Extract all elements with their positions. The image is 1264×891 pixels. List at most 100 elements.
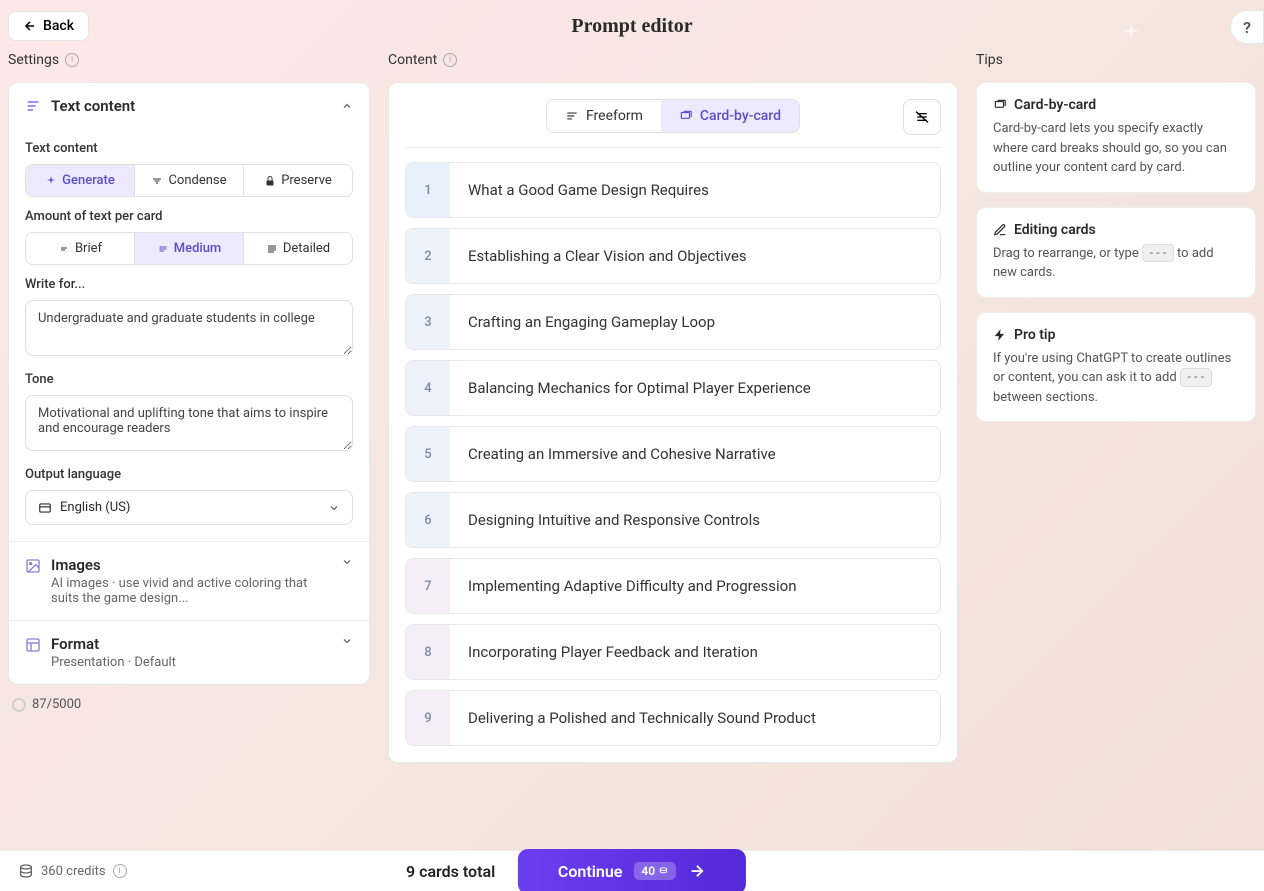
- card-number: 4: [406, 361, 450, 415]
- card-item[interactable]: 2Establishing a Clear Vision and Objecti…: [405, 228, 941, 284]
- section-title: Text content: [51, 97, 331, 115]
- format-sub: Presentation · Default: [51, 655, 331, 670]
- medium-icon: [157, 243, 169, 255]
- card-item[interactable]: 4Balancing Mechanics for Optimal Player …: [405, 360, 941, 416]
- card-text: What a Good Game Design Requires: [450, 163, 940, 217]
- chevron-down-icon: [341, 635, 353, 647]
- text-lines-icon: [565, 109, 579, 123]
- kbd: ---: [1180, 368, 1212, 387]
- arrow-left-icon: [23, 19, 37, 33]
- tip-title: Card-by-card: [993, 97, 1239, 113]
- card-number: 8: [406, 625, 450, 679]
- tone-input[interactable]: [25, 395, 353, 451]
- info-icon[interactable]: i: [65, 53, 79, 67]
- brief-icon: [58, 243, 70, 255]
- tip-card: Card-by-card Card-by-card lets you specif…: [976, 82, 1256, 193]
- lang-select[interactable]: English (US): [25, 490, 353, 525]
- help-button[interactable]: ?: [1230, 10, 1264, 44]
- card-text: Delivering a Polished and Technically So…: [450, 691, 940, 745]
- card-number: 7: [406, 559, 450, 613]
- image-icon: [25, 558, 41, 574]
- images-section[interactable]: Images AI images · use vivid and active …: [9, 541, 369, 620]
- collapse-outline-button[interactable]: [903, 99, 941, 135]
- collapse-icon: [914, 109, 930, 125]
- sparkle-icon: [45, 175, 57, 187]
- amount-group: Brief Medium Detailed: [25, 232, 353, 265]
- card-item[interactable]: 1What a Good Game Design Requires: [405, 162, 941, 218]
- help-label: ?: [1243, 18, 1251, 37]
- tab-card-by-card[interactable]: Card-by-card: [661, 100, 799, 132]
- tip-card: Editing cards Drag to rearrange, or type …: [976, 207, 1256, 298]
- card-number: 3: [406, 295, 450, 349]
- images-sub: AI images · use vivid and active colorin…: [51, 576, 331, 606]
- write-for-label: Write for...: [25, 277, 353, 292]
- card-text: Balancing Mechanics for Optimal Player E…: [450, 361, 940, 415]
- card-text: Incorporating Player Feedback and Iterat…: [450, 625, 940, 679]
- footer: 360 credits i 9 cards total Continue 40: [0, 850, 1264, 891]
- info-icon[interactable]: i: [113, 864, 127, 878]
- tip-body: Card-by-card lets you specify exactly wh…: [993, 119, 1239, 178]
- kbd: ---: [1142, 244, 1174, 263]
- card-text: Designing Intuitive and Responsive Contr…: [450, 493, 940, 547]
- text-content-section-header[interactable]: Text content: [9, 83, 369, 129]
- info-icon[interactable]: i: [443, 53, 457, 67]
- bolt-icon: [993, 328, 1007, 342]
- condense-icon: [151, 175, 163, 187]
- progress-ring-icon: [12, 698, 26, 712]
- tab-freeform[interactable]: Freeform: [547, 100, 661, 132]
- card-number: 2: [406, 229, 450, 283]
- preserve-button[interactable]: Preserve: [244, 165, 352, 196]
- tip-title: Editing cards: [993, 222, 1239, 238]
- cards-icon: [993, 98, 1007, 112]
- generate-button[interactable]: Generate: [26, 165, 135, 196]
- cards-total: 9 cards total: [406, 862, 495, 881]
- card-item[interactable]: 3Crafting an Engaging Gameplay Loop: [405, 294, 941, 350]
- content-mode-tabs: Freeform Card-by-card: [546, 99, 800, 133]
- tip-body: If you're using ChatGPT to create outlin…: [993, 349, 1239, 408]
- tone-label: Tone: [25, 372, 353, 387]
- content-heading: Content i: [388, 52, 958, 68]
- coin-icon: [18, 863, 34, 879]
- text-content-label: Text content: [25, 141, 353, 156]
- format-section[interactable]: Format Presentation · Default: [9, 620, 369, 684]
- settings-heading: Settings i: [8, 52, 370, 68]
- images-title: Images: [51, 556, 331, 574]
- medium-button[interactable]: Medium: [135, 233, 244, 264]
- text-lines-icon: [25, 98, 41, 114]
- detailed-button[interactable]: Detailed: [244, 233, 352, 264]
- sparkle-icon: [1118, 20, 1144, 46]
- continue-button[interactable]: Continue 40: [518, 849, 746, 891]
- tip-body: Drag to rearrange, or type --- to add ne…: [993, 244, 1239, 283]
- card-number: 6: [406, 493, 450, 547]
- edit-icon: [993, 223, 1007, 237]
- lang-label: Output language: [25, 467, 353, 482]
- condense-button[interactable]: Condense: [135, 165, 244, 196]
- card-item[interactable]: 8Incorporating Player Feedback and Itera…: [405, 624, 941, 680]
- chevron-down-icon: [328, 502, 340, 514]
- amount-label: Amount of text per card: [25, 209, 353, 224]
- text-action-group: Generate Condense Preserve: [25, 164, 353, 197]
- card-item[interactable]: 5Creating an Immersive and Cohesive Narr…: [405, 426, 941, 482]
- back-label: Back: [43, 18, 74, 34]
- write-for-input[interactable]: [25, 300, 353, 356]
- brief-button[interactable]: Brief: [26, 233, 135, 264]
- format-title: Format: [51, 635, 331, 653]
- card-item[interactable]: 7Implementing Adaptive Difficulty and Pr…: [405, 558, 941, 614]
- tips-heading: Tips: [976, 52, 1256, 68]
- arrow-right-icon: [688, 862, 706, 880]
- lock-icon: [264, 175, 276, 187]
- cost-badge: 40: [634, 862, 676, 880]
- detailed-icon: [266, 243, 278, 255]
- card-item[interactable]: 9Delivering a Polished and Technically S…: [405, 690, 941, 746]
- cards-icon: [679, 109, 693, 123]
- card-item[interactable]: 6Designing Intuitive and Responsive Cont…: [405, 492, 941, 548]
- card-text: Establishing a Clear Vision and Objectiv…: [450, 229, 940, 283]
- card-text: Creating an Immersive and Cohesive Narra…: [450, 427, 940, 481]
- tip-title: Pro tip: [993, 327, 1239, 343]
- back-button[interactable]: Back: [8, 11, 89, 41]
- chevron-up-icon: [341, 100, 353, 112]
- card-number: 9: [406, 691, 450, 745]
- globe-icon: [38, 501, 52, 515]
- credits[interactable]: 360 credits i: [18, 863, 127, 879]
- chevron-down-icon: [341, 556, 353, 568]
